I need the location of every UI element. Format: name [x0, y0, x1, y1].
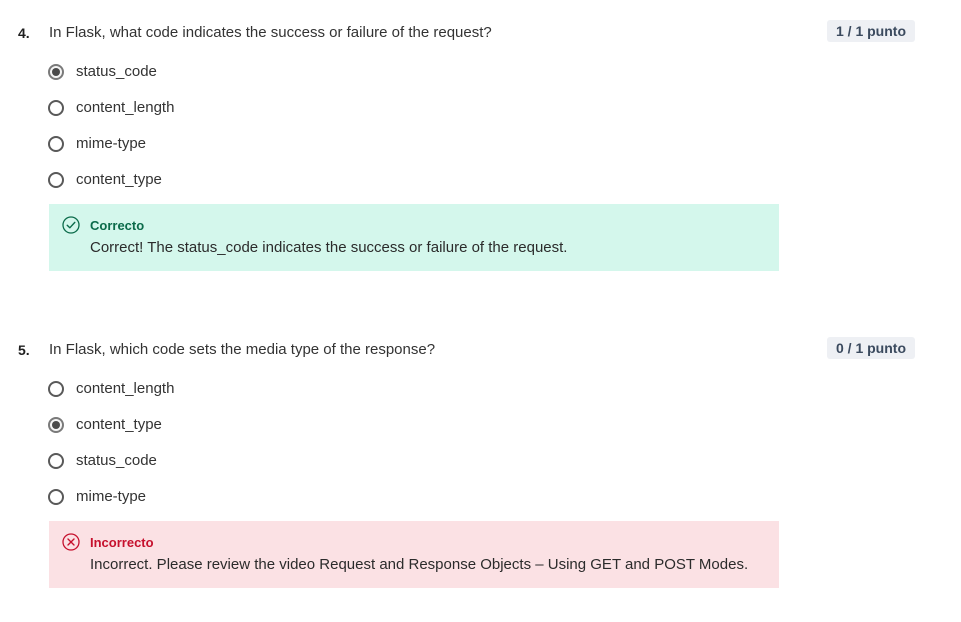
- option-label: status_code: [76, 452, 157, 469]
- feedback-text: Incorrect. Please review the video Reque…: [90, 556, 749, 573]
- radio-button-selected[interactable]: [48, 417, 64, 433]
- answer-options: status_code content_length mime-type con…: [48, 54, 174, 198]
- option-content-type[interactable]: content_type: [48, 162, 174, 198]
- option-label: content_type: [76, 416, 162, 433]
- feedback-text: Correct! The status_code indicates the s…: [90, 239, 568, 256]
- option-label: mime-type: [76, 135, 147, 152]
- radio-button[interactable]: [48, 381, 64, 397]
- question-text: In Flask, which code sets the media type…: [49, 341, 436, 358]
- feedback-title: Incorrecto: [90, 535, 154, 550]
- option-label: mime-type: [76, 488, 147, 505]
- points-badge: 1 / 1 punto: [827, 20, 915, 42]
- radio-button[interactable]: [48, 100, 64, 116]
- points-badge: 0 / 1 punto: [827, 337, 915, 359]
- question-number: 4.: [18, 25, 30, 41]
- option-status-code[interactable]: status_code: [48, 54, 174, 90]
- question-text: In Flask, what code indicates the succes…: [49, 24, 492, 41]
- answer-options: content_length content_type status_code …: [48, 371, 174, 515]
- option-label: content_length: [76, 99, 175, 116]
- option-content-length[interactable]: content_length: [48, 90, 174, 126]
- radio-button[interactable]: [48, 489, 64, 505]
- x-circle-icon: [62, 533, 80, 551]
- option-mime-type[interactable]: mime-type: [48, 126, 174, 162]
- option-content-type[interactable]: content_type: [48, 407, 174, 443]
- option-mime-type[interactable]: mime-type: [48, 479, 174, 515]
- option-label: content_length: [76, 380, 175, 397]
- radio-button[interactable]: [48, 172, 64, 188]
- radio-button[interactable]: [48, 453, 64, 469]
- radio-button-selected[interactable]: [48, 64, 64, 80]
- option-label: status_code: [76, 63, 157, 80]
- option-label: content_type: [76, 171, 162, 188]
- feedback-incorrect: Incorrecto Incorrect. Please review the …: [49, 521, 779, 588]
- option-content-length[interactable]: content_length: [48, 371, 174, 407]
- check-circle-icon: [62, 216, 80, 234]
- radio-button[interactable]: [48, 136, 64, 152]
- question-number: 5.: [18, 342, 30, 358]
- feedback-correct: Correcto Correct! The status_code indica…: [49, 204, 779, 271]
- feedback-title: Correcto: [90, 218, 145, 233]
- option-status-code[interactable]: status_code: [48, 443, 174, 479]
